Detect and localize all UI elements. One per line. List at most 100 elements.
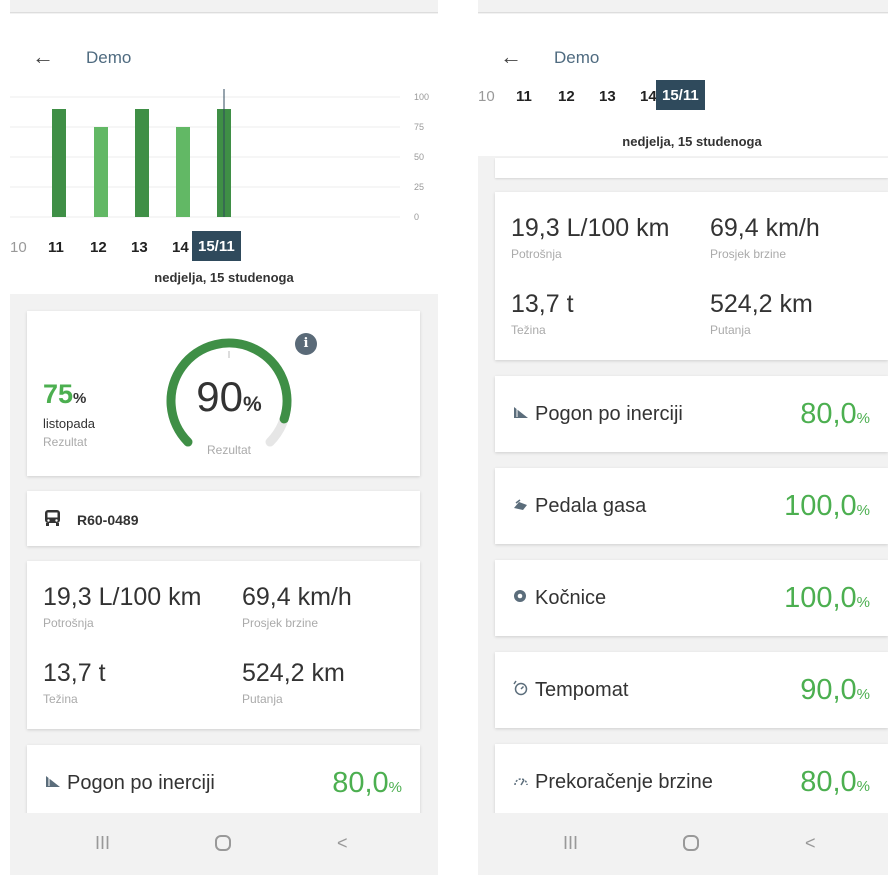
y-tick-label: 100 xyxy=(414,92,429,102)
right-screen: ← Demo 10 11 12 13 14 15/11 nedjelja, 15… xyxy=(478,0,888,875)
consumption-label: Potrošnja xyxy=(511,247,562,261)
weight-stat: 13,7 t Težina xyxy=(43,659,106,706)
metric-name: Pogon po inerciji xyxy=(67,771,215,794)
previous-score-label: Rezultat xyxy=(43,435,88,449)
bar-12[interactable] xyxy=(94,127,108,217)
score-card: 75% listopada Rezultat 90% Rezultat i xyxy=(27,311,420,476)
metric-card-speeding[interactable]: Prekoračenje brzine 80,0% xyxy=(495,744,888,820)
weight-label: Težina xyxy=(511,323,546,337)
distance-value: 524,2 km xyxy=(242,659,345,687)
previous-score: 75% listopada Rezultat xyxy=(43,379,95,449)
status-divider xyxy=(10,12,438,13)
metric-card-gas-pedal[interactable]: Pedala gasa 100,0% xyxy=(495,468,888,544)
metric-card-coasting[interactable]: Pogon po inerciji 80,0% xyxy=(495,376,888,452)
home-button[interactable] xyxy=(683,835,699,851)
weight-value: 13,7 t xyxy=(43,659,106,687)
metric-value: 80,0% xyxy=(800,397,870,430)
date-selector[interactable]: 10 11 12 13 14 15/11 xyxy=(478,80,888,110)
date-13[interactable]: 13 xyxy=(599,88,616,105)
speeding-icon xyxy=(513,774,535,791)
page-title: Demo xyxy=(86,48,132,67)
bar-11[interactable] xyxy=(52,109,66,217)
header-panel: ← Demo 100 75 50 25 0 10 11 12 13 14 15/11 xyxy=(10,14,438,294)
speed-value: 69,4 km/h xyxy=(710,214,820,242)
y-tick-label: 50 xyxy=(414,152,424,162)
weight-stat: 13,7 t Težina xyxy=(511,290,574,337)
previous-score-value: 75 xyxy=(43,379,74,409)
y-tick-label: 75 xyxy=(414,122,424,132)
score-bar-chart: 100 75 50 25 0 xyxy=(10,89,429,222)
metric-name: Tempomat xyxy=(535,678,629,701)
speed-label: Prosjek brzine xyxy=(710,247,787,261)
gauge-label: Rezultat xyxy=(206,443,252,457)
speed-stat: 69,4 km/h Prosjek brzine xyxy=(710,214,820,261)
date-10[interactable]: 10 xyxy=(478,88,495,105)
weight-label: Težina xyxy=(43,692,78,706)
date-12[interactable]: 12 xyxy=(90,239,107,256)
vehicle-plate: R60-0489 xyxy=(77,512,139,528)
bar-14[interactable] xyxy=(176,127,190,217)
metric-card-brakes[interactable]: Kočnice 100,0% xyxy=(495,560,888,636)
status-divider xyxy=(478,12,888,13)
info-icon[interactable]: i xyxy=(295,333,317,355)
distance-stat: 524,2 km Putanja xyxy=(242,659,345,706)
metric-name: Pogon po inerciji xyxy=(535,402,683,425)
vehicle-card[interactable]: R60-0489 xyxy=(27,491,420,546)
date-11[interactable]: 11 xyxy=(48,239,64,256)
gauge-percent: % xyxy=(243,393,262,416)
previous-score-percent: % xyxy=(73,390,87,407)
date-10[interactable]: 10 xyxy=(10,239,27,256)
bus-icon xyxy=(45,510,60,526)
back-arrow-icon[interactable]: ← xyxy=(32,46,54,68)
nav-back-button[interactable]: < xyxy=(805,833,816,854)
metric-value: 100,0% xyxy=(784,489,870,522)
y-tick-label: 25 xyxy=(414,182,424,192)
recent-apps-button[interactable]: III xyxy=(563,833,578,854)
distance-value: 524,2 km xyxy=(710,290,813,318)
stats-card: 19,3 L/100 km Potrošnja 69,4 km/h Prosje… xyxy=(27,561,420,729)
date-selected[interactable]: 15/11 xyxy=(192,231,241,261)
weight-value: 13,7 t xyxy=(511,290,574,318)
metric-value: 80,0% xyxy=(800,765,870,798)
speed-stat: 69,4 km/h Prosjek brzine xyxy=(242,583,352,630)
bar-13[interactable] xyxy=(135,109,149,217)
metric-value: 90,0% xyxy=(800,673,870,706)
coasting-icon xyxy=(513,405,535,423)
date-11[interactable]: 11 xyxy=(516,88,532,105)
back-arrow-icon[interactable]: ← xyxy=(500,46,522,68)
left-screen: ← Demo 100 75 50 25 0 10 11 12 13 14 15/11 n… xyxy=(10,0,438,875)
date-13[interactable]: 13 xyxy=(131,239,148,256)
metric-value: 80,0% xyxy=(332,766,402,799)
nav-back-button[interactable]: < xyxy=(337,833,348,854)
consumption-stat: 19,3 L/100 km Potrošnja xyxy=(43,583,201,630)
metric-card-coasting[interactable]: Pogon po inerciji 80,0% xyxy=(27,745,420,821)
consumption-value: 19,3 L/100 km xyxy=(43,583,202,611)
speed-value: 69,4 km/h xyxy=(242,583,352,611)
day-label: nedjelja, 15 studenoga xyxy=(154,270,294,285)
metric-value: 100,0% xyxy=(784,581,870,614)
brake-icon xyxy=(513,589,535,607)
date-selected[interactable]: 15/11 xyxy=(656,80,705,110)
home-button[interactable] xyxy=(215,835,231,851)
page-title: Demo xyxy=(554,48,600,67)
coasting-icon xyxy=(45,774,67,792)
day-label: nedjelja, 15 studenoga xyxy=(622,134,762,149)
metric-name: Kočnice xyxy=(535,586,607,609)
gauge-readout: 90% xyxy=(159,373,299,421)
gas-pedal-icon xyxy=(513,498,535,515)
date-12[interactable]: 12 xyxy=(558,88,575,105)
metric-name: Pedala gasa xyxy=(535,494,647,517)
date-14[interactable]: 14 xyxy=(640,88,657,105)
previous-month: listopada xyxy=(43,416,96,431)
date-14[interactable]: 14 xyxy=(172,239,189,256)
consumption-label: Potrošnja xyxy=(43,616,94,630)
metric-card-cruise-control[interactable]: Tempomat 90,0% xyxy=(495,652,888,728)
metric-name: Prekoračenje brzine xyxy=(535,770,713,793)
partial-card xyxy=(495,158,888,178)
system-navbar: III < xyxy=(10,813,438,875)
recent-apps-button[interactable]: III xyxy=(95,833,110,854)
distance-label: Putanja xyxy=(710,323,751,337)
consumption-stat: 19,3 L/100 km Potrošnja xyxy=(511,214,669,261)
date-selector[interactable]: 10 11 12 13 14 15/11 xyxy=(10,231,438,261)
cruise-control-icon xyxy=(513,680,535,700)
